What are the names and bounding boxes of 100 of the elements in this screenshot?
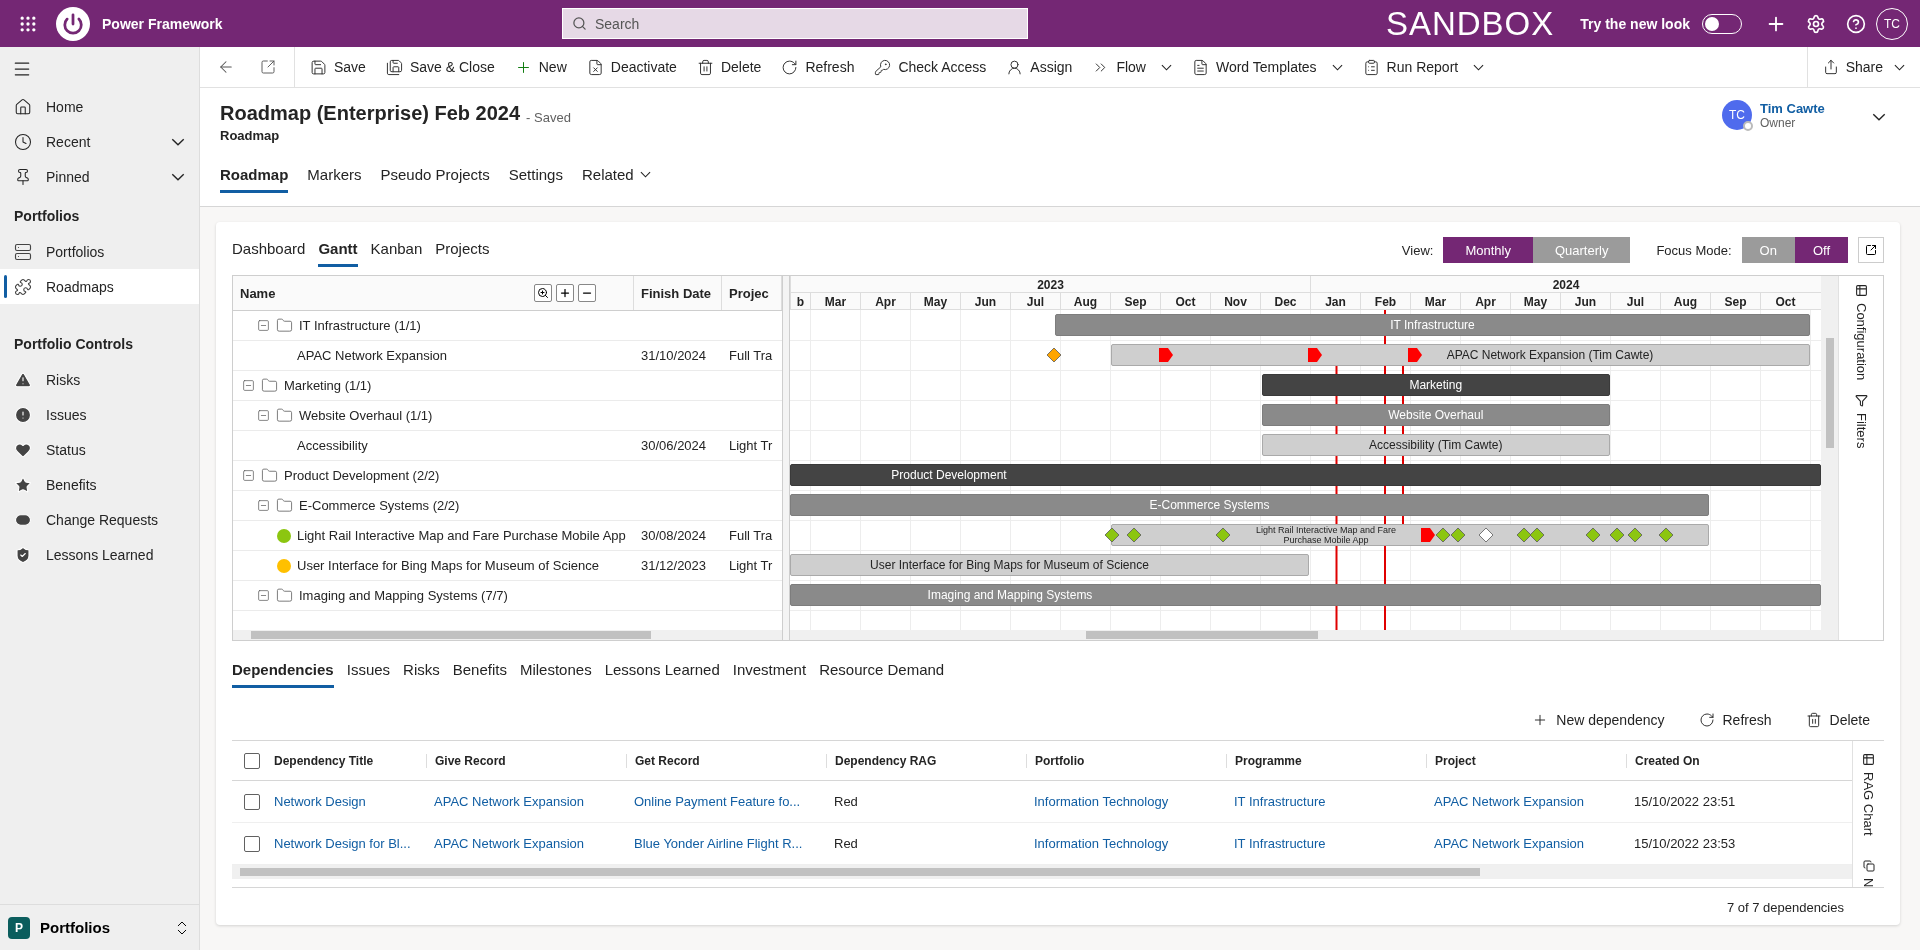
gantt-bar[interactable] bbox=[1261, 434, 1610, 456]
form-tab[interactable]: Related bbox=[581, 160, 651, 193]
diamond-marker[interactable] bbox=[1528, 527, 1545, 543]
diamond-marker[interactable] bbox=[1103, 527, 1120, 543]
command-button[interactable]: Flow bbox=[1083, 50, 1181, 84]
collapse-toggle[interactable] bbox=[257, 409, 270, 422]
select-all-checkbox[interactable] bbox=[244, 752, 260, 769]
command-button[interactable]: Run Report bbox=[1353, 50, 1494, 84]
diamond-marker[interactable] bbox=[1608, 527, 1625, 543]
gantt-bar[interactable] bbox=[1261, 374, 1610, 396]
nav-item[interactable]: Benefits bbox=[0, 467, 199, 502]
collapse-toggle[interactable] bbox=[242, 469, 255, 482]
table-link[interactable]: IT Infrastructure bbox=[1226, 836, 1426, 851]
flag-marker[interactable] bbox=[1307, 347, 1323, 363]
nav-item[interactable]: Portfolios bbox=[0, 234, 199, 269]
table-action[interactable]: Refresh bbox=[1692, 711, 1778, 729]
command-button[interactable]: Deactivate bbox=[577, 50, 686, 84]
table-link[interactable]: Information Technology bbox=[1026, 794, 1226, 809]
table-action[interactable]: New dependency bbox=[1526, 711, 1671, 729]
view-tab[interactable]: Kanban bbox=[370, 233, 423, 267]
gantt-bar[interactable] bbox=[1261, 404, 1610, 426]
diamond-marker[interactable] bbox=[1477, 527, 1494, 543]
view-tab[interactable]: Dashboard bbox=[232, 233, 306, 267]
command-button[interactable]: Save bbox=[301, 50, 375, 84]
diamond-marker[interactable] bbox=[1658, 527, 1674, 543]
nav-item[interactable]: Recent bbox=[0, 124, 199, 159]
column-header[interactable]: Created On bbox=[1626, 753, 1806, 768]
table-link[interactable]: Network Design for Bl... bbox=[266, 836, 426, 851]
flag-marker[interactable] bbox=[1406, 347, 1423, 363]
search-field[interactable]: Search bbox=[562, 8, 1028, 39]
diamond-marker[interactable] bbox=[1125, 527, 1142, 543]
subgrid-tab[interactable]: Milestones bbox=[519, 655, 592, 688]
flag-marker[interactable] bbox=[1420, 527, 1436, 543]
diamond-marker[interactable] bbox=[1046, 347, 1062, 363]
command-button[interactable]: Word Templates bbox=[1182, 50, 1352, 84]
diamond-marker[interactable] bbox=[1584, 527, 1601, 543]
command-button[interactable]: New bbox=[505, 50, 576, 84]
diamond-marker[interactable] bbox=[1435, 527, 1451, 543]
expand-all-button[interactable] bbox=[556, 284, 574, 302]
table-link[interactable]: APAC Network Expansion bbox=[426, 794, 626, 809]
command-button[interactable]: Save & Close bbox=[376, 50, 504, 84]
segment-button[interactable]: Off bbox=[1794, 237, 1848, 263]
subgrid-tab[interactable]: Benefits bbox=[452, 655, 507, 688]
table-link[interactable]: Information Technology bbox=[1026, 836, 1226, 851]
column-header[interactable]: Project bbox=[1426, 753, 1626, 768]
diamond-marker[interactable] bbox=[1450, 527, 1466, 543]
diamond-marker[interactable] bbox=[1626, 527, 1643, 543]
collapse-toggle[interactable] bbox=[257, 589, 270, 602]
side-tab[interactable]: Configuration bbox=[1853, 284, 1869, 381]
subgrid-tab[interactable]: Risks bbox=[403, 655, 440, 688]
table-link[interactable]: APAC Network Expansion bbox=[1426, 794, 1626, 809]
table-link[interactable]: Online Payment Feature fo... bbox=[626, 794, 826, 809]
popout-icon[interactable] bbox=[1858, 237, 1884, 263]
nav-item[interactable]: Lessons Learned bbox=[0, 537, 199, 572]
form-tab[interactable]: Roadmap bbox=[220, 160, 289, 193]
subgrid-tab[interactable]: Dependencies bbox=[232, 655, 334, 688]
column-header[interactable]: Programme bbox=[1226, 753, 1426, 768]
gantt-bar[interactable] bbox=[790, 554, 1309, 576]
subgrid-tab[interactable]: Issues bbox=[346, 655, 391, 688]
command-button[interactable]: Refresh bbox=[772, 50, 864, 84]
form-tab[interactable]: Settings bbox=[508, 160, 563, 193]
collapse-toggle[interactable] bbox=[257, 499, 270, 512]
command-button[interactable]: Check Access bbox=[865, 50, 996, 84]
nav-item[interactable]: Change Requests bbox=[0, 502, 199, 537]
segment-button[interactable]: Monthly bbox=[1443, 237, 1533, 263]
nav-item[interactable]: Issues bbox=[0, 397, 199, 432]
scrollbar[interactable] bbox=[233, 630, 782, 640]
subgrid-tab[interactable]: Resource Demand bbox=[819, 655, 945, 688]
scrollbar[interactable] bbox=[1821, 276, 1838, 640]
diamond-marker[interactable] bbox=[1215, 527, 1231, 543]
row-checkbox[interactable] bbox=[244, 835, 260, 852]
collapse-toggle[interactable] bbox=[257, 319, 270, 332]
table-link[interactable]: Blue Yonder Airline Flight R... bbox=[626, 836, 826, 851]
zoom-button[interactable] bbox=[534, 284, 552, 302]
side-tab[interactable]: N bbox=[1861, 859, 1876, 887]
table-link[interactable]: Network Design bbox=[266, 794, 426, 809]
gantt-bar[interactable] bbox=[1111, 344, 1810, 366]
column-header[interactable]: Dependency Title bbox=[266, 753, 426, 768]
command-button[interactable]: Delete bbox=[687, 50, 771, 84]
form-tab[interactable]: Pseudo Projects bbox=[380, 160, 490, 193]
form-tab[interactable]: Markers bbox=[307, 160, 362, 193]
table-link[interactable]: IT Infrastructure bbox=[1226, 794, 1426, 809]
owner-link[interactable]: Tim Cawte bbox=[1760, 100, 1856, 116]
command-button[interactable]: Assign bbox=[997, 50, 1082, 84]
subgrid-tab[interactable]: Investment bbox=[732, 655, 807, 688]
scrollbar[interactable] bbox=[790, 630, 1821, 640]
nav-item[interactable]: Status bbox=[0, 432, 199, 467]
nav-item[interactable]: Roadmaps bbox=[0, 269, 199, 304]
scrollbar[interactable] bbox=[232, 865, 1852, 879]
table-action[interactable]: Delete bbox=[1799, 711, 1876, 729]
view-tab[interactable]: Gantt bbox=[318, 233, 358, 267]
column-header[interactable]: Give Record bbox=[426, 753, 626, 768]
table-link[interactable]: APAC Network Expansion bbox=[1426, 836, 1626, 851]
collapse-toggle[interactable] bbox=[242, 379, 255, 392]
column-header[interactable]: Get Record bbox=[626, 753, 826, 768]
flag-marker[interactable] bbox=[1157, 347, 1174, 363]
nav-item[interactable]: Home bbox=[0, 89, 199, 124]
column-header[interactable]: Dependency RAG bbox=[826, 753, 1026, 768]
table-link[interactable]: APAC Network Expansion bbox=[426, 836, 626, 851]
column-header[interactable]: Portfolio bbox=[1026, 753, 1226, 768]
